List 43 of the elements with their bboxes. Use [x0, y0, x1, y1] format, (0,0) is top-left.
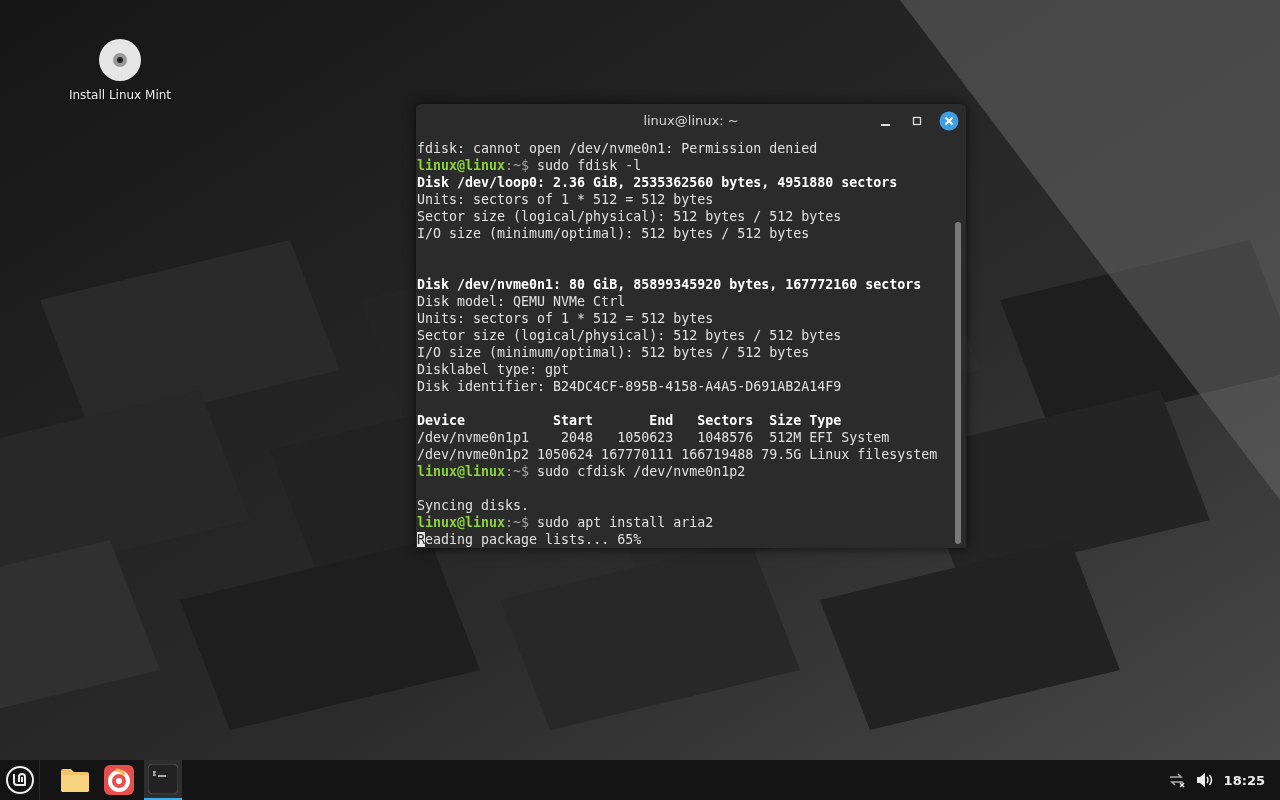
terminal-line: Syncing disks.	[417, 497, 531, 514]
taskbar-app[interactable]	[144, 760, 182, 800]
prompt-user: linux@linux	[417, 515, 506, 530]
terminal-line: eading package lists... 65%	[425, 532, 642, 547]
terminal-line: Units: sectors of 1 * 512 = 512 bytes	[417, 191, 715, 208]
scrollbar-thumb[interactable]	[955, 222, 961, 544]
close-button[interactable]	[938, 110, 960, 132]
command-text: sudo apt install aria2	[536, 515, 714, 530]
terminal-line: /dev/nvme0n1p1 2048 1050623 1048576 512M EFI System	[417, 429, 891, 446]
text-cursor: R	[417, 532, 425, 547]
terminal-line: I/O size (minimum/optimal): 512 bytes / 512 bytes	[417, 344, 811, 361]
terminal-line: /dev/nvme0n1p2 1050624 167770111 166719488 79.5G Linux filesystem	[417, 446, 939, 463]
command-text: sudo fdisk -l	[536, 158, 642, 173]
mint-logo-icon	[4, 765, 35, 795]
terminal-line: I/O size (minimum/optimal): 512 bytes / 512 bytes	[417, 225, 811, 242]
window-title: linux@linux: ~	[643, 113, 739, 128]
maximize-icon	[912, 116, 922, 126]
terminal-line: Disklabel type: gpt	[417, 361, 571, 378]
prompt-user: linux@linux	[417, 158, 506, 173]
desktop-icon-label[interactable]: Install Linux Mint	[68, 88, 172, 102]
command-text: sudo cfdisk /dev/nvme0n1p2	[536, 464, 746, 479]
folder-icon	[60, 767, 90, 793]
terminal-line: Disk model: QEMU NVMe Ctrl	[417, 293, 627, 310]
terminal-line: Disk identifier: B24DC4CF-895B-4158-A4A5-D691AB2A14F9	[417, 378, 843, 395]
terminal-line: Units: sectors of 1 * 512 = 512 bytes	[417, 310, 715, 327]
terminal-icon	[148, 764, 178, 794]
disc-icon[interactable]	[98, 38, 142, 82]
prompt-path: :~$	[505, 515, 530, 530]
terminal-line: Sector size (logical/physical): 512 bytes / 512 bytes	[417, 327, 843, 344]
minimize-icon	[880, 124, 890, 126]
terminal-line: fdisk: cannot open /dev/nvme0n1: Permission denied	[417, 140, 819, 157]
terminal-line: Disk /dev/loop0: 2.36 GiB, 2535362560 bytes, 4951880 sectors	[417, 174, 899, 191]
clock[interactable]: 18:25	[1223, 772, 1265, 788]
terminal-line: Device Start End Sectors Size Type	[417, 412, 843, 429]
browser-icon	[104, 765, 134, 795]
prompt-path: :~$	[505, 158, 530, 173]
prompt-path: :~$	[505, 464, 530, 479]
close-icon	[939, 111, 959, 131]
prompt-user: linux@linux	[417, 464, 506, 479]
volume-icon[interactable]	[1195, 772, 1214, 788]
terminal-line: Disk /dev/nvme0n1: 80 GiB, 85899345920 bytes, 167772160 sectors	[417, 276, 923, 293]
network-icon[interactable]	[1167, 772, 1186, 788]
terminal-line: Sector size (logical/physical): 512 bytes / 512 bytes	[417, 208, 843, 225]
